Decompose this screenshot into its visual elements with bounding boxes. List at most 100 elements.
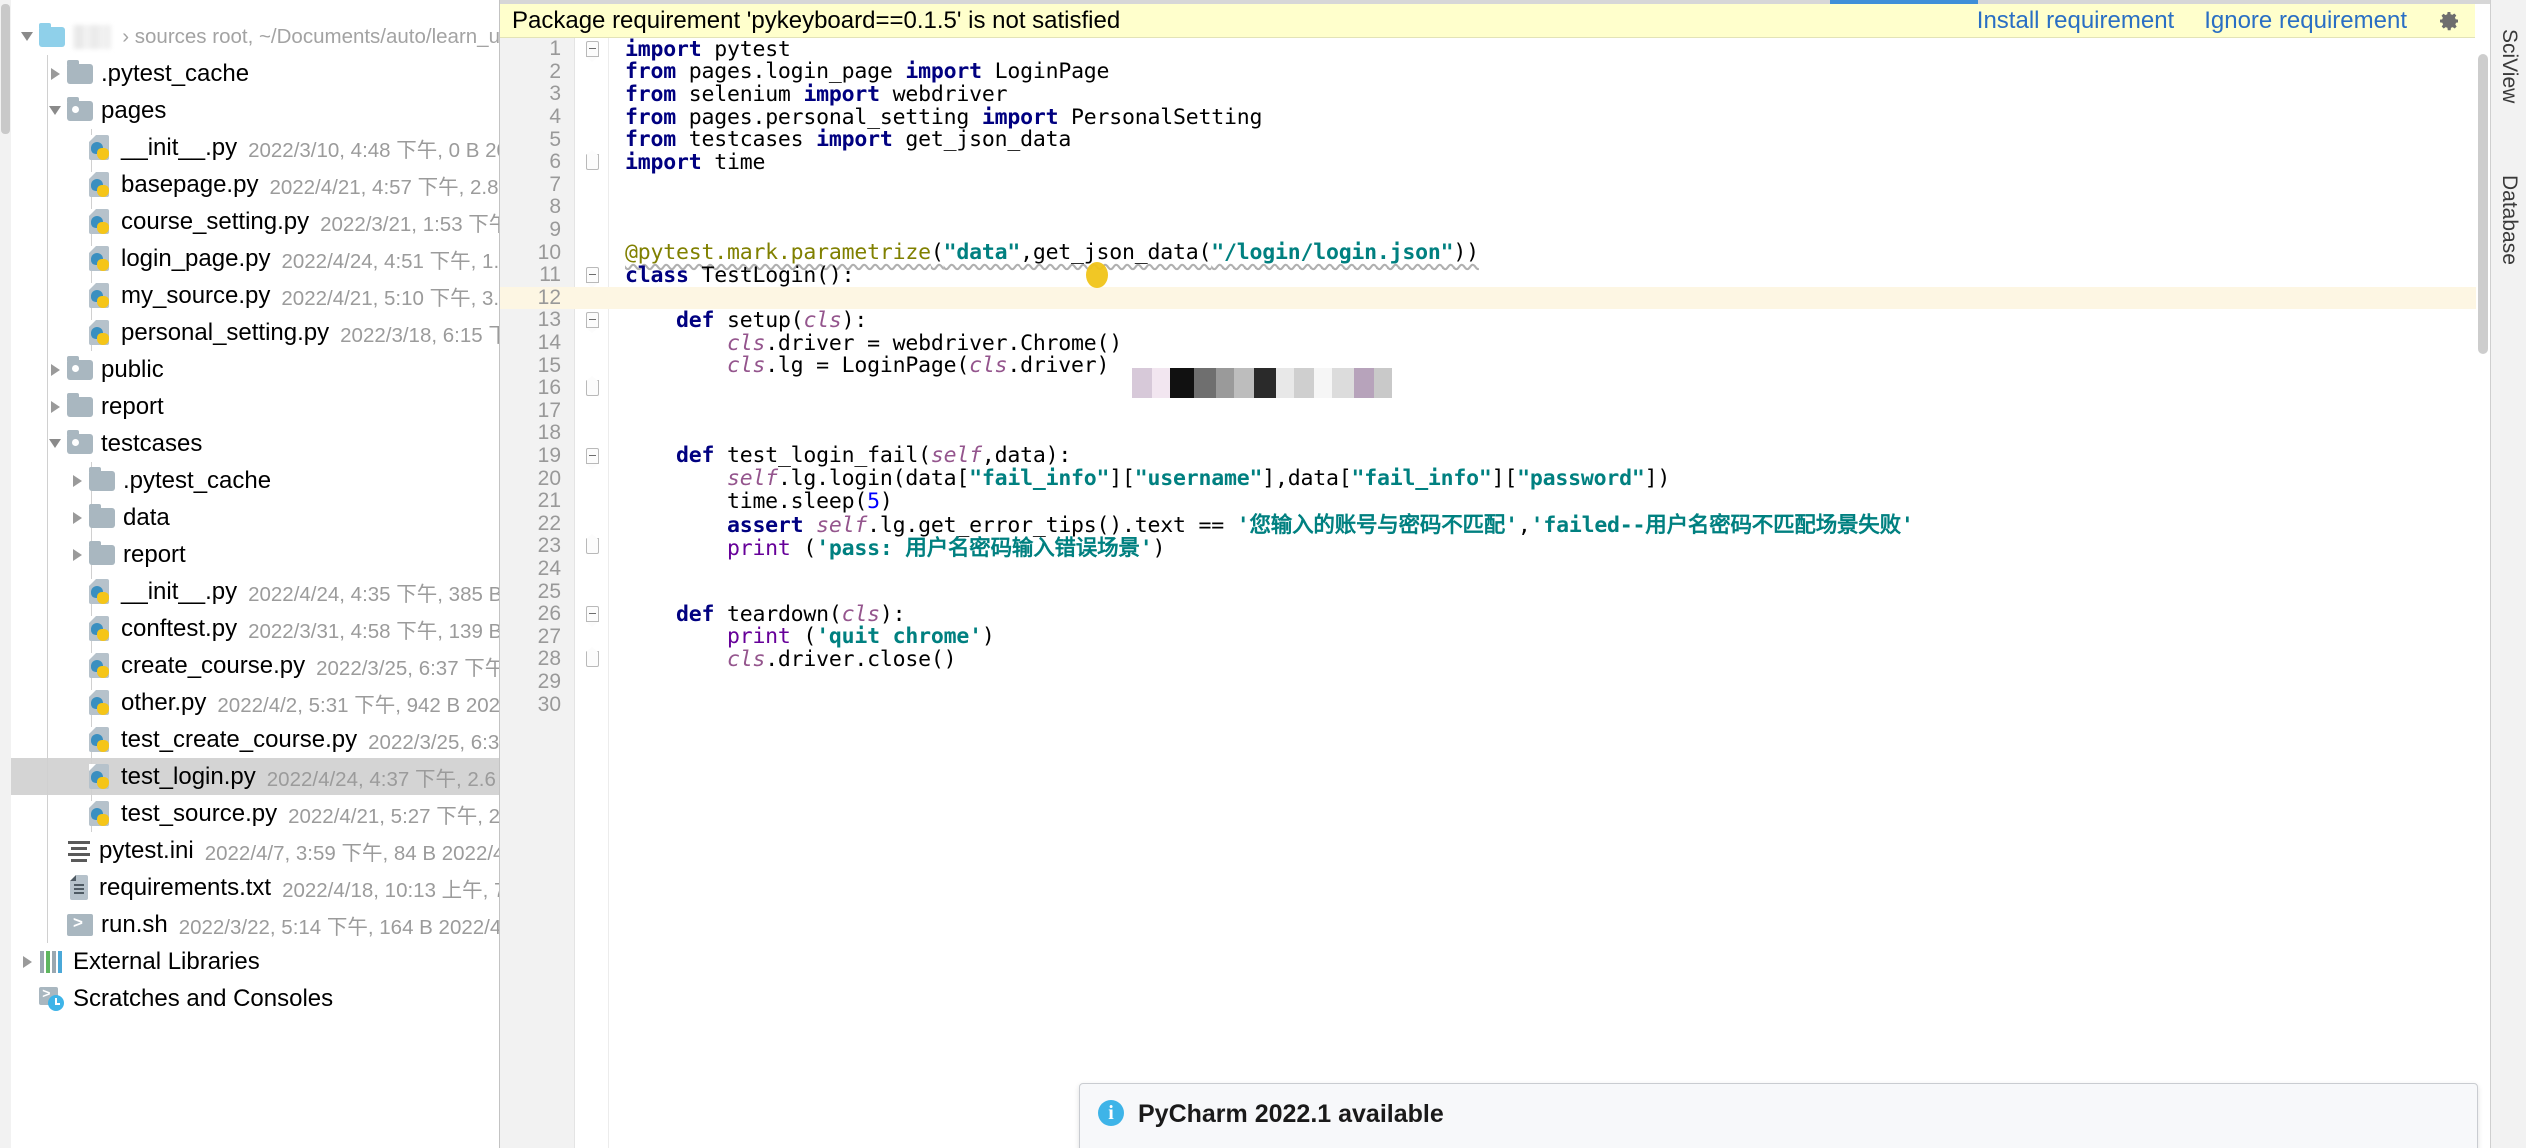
- tool-button-database[interactable]: Database: [2491, 150, 2526, 290]
- tree-node-tc-pytest-cache[interactable]: .pytest_cache: [11, 462, 499, 499]
- tree-node-tc-data[interactable]: data: [11, 499, 499, 536]
- tree-node-meta: 2022/3/22, 5:14 下午, 164 B 2022/4/21, 3:2…: [178, 915, 499, 939]
- project-scrollbar-thumb[interactable]: [1, 4, 10, 134]
- code-line[interactable]: 18: [500, 421, 2526, 445]
- code-line[interactable]: 9: [500, 218, 2526, 242]
- fold-handle[interactable]: [575, 376, 609, 397]
- code-line[interactable]: 27 print ('quit chrome'): [500, 624, 2526, 649]
- code-line[interactable]: 29: [500, 670, 2526, 694]
- code-line[interactable]: 17: [500, 399, 2526, 423]
- tree-node-basepage[interactable]: basepage.py 2022/4/21, 4:57 下午, 2.83 kB …: [11, 166, 499, 203]
- tree-node-my-source[interactable]: my_source.py 2022/4/21, 5:10 下午, 3.05 kB…: [11, 277, 499, 314]
- install-requirement-link[interactable]: Install requirement: [1977, 7, 2174, 35]
- code-line[interactable]: 5 from testcases import get_json_data: [500, 127, 2526, 152]
- code-line[interactable]: 3 from selenium import webdriver: [500, 82, 2526, 107]
- code-line[interactable]: 16: [500, 376, 2526, 400]
- tree-node-conftest[interactable]: conftest.py 2022/3/31, 4:58 下午, 139 B 20…: [11, 610, 499, 647]
- fold-handle[interactable]: [575, 647, 609, 668]
- code-line[interactable]: 10 @pytest.mark.parametrize("data",get_j…: [500, 240, 2526, 265]
- tree-node-external-libraries[interactable]: External Libraries: [11, 943, 499, 980]
- code-line[interactable]: 11 class TestLogin():: [500, 263, 2526, 289]
- tree-node-tc-report[interactable]: report: [11, 536, 499, 573]
- root-breadcrumb: › sources root, ~/Documents/auto/learn_u: [122, 24, 500, 48]
- tree-node-pytest-ini[interactable]: pytest.ini 2022/4/7, 3:59 下午, 84 B 2022/…: [11, 832, 499, 869]
- fold-handle[interactable]: [575, 41, 609, 63]
- fold-handle[interactable]: [575, 267, 609, 289]
- tree-node-login-page[interactable]: login_page.py 2022/4/24, 4:51 下午, 1.11 k…: [11, 240, 499, 277]
- code-line[interactable]: 28 cls.driver.close(): [500, 647, 2526, 672]
- tree-node-test-login[interactable]: test_login.py 2022/4/24, 4:37 下午, 2.6 kB…: [11, 758, 499, 795]
- fold-handle[interactable]: [575, 534, 609, 555]
- project-scrollbar-track[interactable]: [0, 0, 11, 1148]
- tree-node-other[interactable]: other.py 2022/4/2, 5:31 下午, 942 B 2022/4…: [11, 684, 499, 721]
- code-line[interactable]: 23 print ('pass: 用户名密码输入错误场景'): [500, 534, 2526, 561]
- code-line[interactable]: 2 from pages.login_page import LoginPage: [500, 59, 2526, 85]
- tree-node-label: personal_setting.py: [121, 318, 330, 346]
- pycharm-window: › sources root, ~/Documents/auto/learn_u…: [0, 0, 2526, 1148]
- code-line[interactable]: 20 self.lg.login(data["fail_info"]["user…: [500, 466, 2526, 491]
- tree-node-testcases[interactable]: testcases: [11, 425, 499, 462]
- code-line[interactable]: 15 cls.lg = LoginPage(cls.driver): [500, 353, 2526, 378]
- tree-node-label: basepage.py: [121, 170, 259, 198]
- tool-button-sciview[interactable]: SciView: [2491, 6, 2526, 126]
- tree-node-pytest-cache[interactable]: .pytest_cache: [11, 55, 499, 92]
- code-line[interactable]: 13 def setup(cls):: [500, 308, 2526, 334]
- tree-node-create-course[interactable]: create_course.py 2022/3/25, 6:37 下午, 1.0…: [11, 647, 499, 684]
- python-file-icon: [87, 652, 113, 680]
- code-line[interactable]: 30: [500, 693, 2526, 716]
- update-notification-balloon[interactable]: i PyCharm 2022.1 available: [1079, 1083, 2478, 1148]
- code-text: import time: [625, 149, 766, 175]
- tree-node-personal-setting[interactable]: personal_setting.py 2022/3/18, 6:15 下午, …: [11, 314, 499, 351]
- tree-node-tc-init[interactable]: __init__.py 2022/4/24, 4:35 下午, 385 B 18…: [11, 573, 499, 610]
- line-number: 21: [537, 489, 561, 513]
- code-line[interactable]: 26 def teardown(cls):: [500, 602, 2526, 628]
- code-line[interactable]: 24: [500, 557, 2526, 581]
- code-line[interactable]: 19 def test_login_fail(self,data):: [500, 443, 2526, 469]
- expand-toggle-tc-data[interactable]: [65, 511, 89, 524]
- tree-node-requirements[interactable]: requirements.txt 2022/4/18, 10:13 上午, 74…: [11, 869, 499, 906]
- tree-node-label: test_source.py: [121, 799, 278, 827]
- chevron-right-icon: [22, 955, 32, 968]
- expand-toggle-tc-pytest-cache[interactable]: [65, 474, 89, 487]
- ignore-requirement-link[interactable]: Ignore requirement: [2204, 7, 2407, 35]
- tree-node-test-source[interactable]: test_source.py 2022/4/21, 5:27 下午, 2.81 …: [11, 795, 499, 832]
- folder-icon: [67, 59, 93, 84]
- code-content[interactable]: 1 import pytest 2 from pages.login_page …: [500, 37, 2526, 1148]
- expand-toggle-root[interactable]: [15, 32, 39, 41]
- tree-node-pages[interactable]: pages: [11, 92, 499, 129]
- folder-icon: [89, 540, 115, 565]
- banner-actions: Install requirement Ignore requirement: [1977, 7, 2475, 35]
- gear-icon[interactable]: [2437, 9, 2461, 33]
- code-line[interactable]: 4 from pages.personal_setting import Per…: [500, 105, 2526, 130]
- tree-node-public[interactable]: public: [11, 351, 499, 388]
- tree-node-test-create-course[interactable]: test_create_course.py 2022/3/25, 6:37 下午…: [11, 721, 499, 758]
- tree-node-pages-init[interactable]: __init__.py 2022/3/10, 4:48 下午, 0 B 2022…: [11, 129, 499, 166]
- fold-handle[interactable]: [575, 606, 609, 628]
- fold-handle[interactable]: [575, 150, 609, 171]
- code-line-caret[interactable]: 12: [500, 286, 2526, 310]
- tree-node-meta: 2022/3/25, 6:37 下午, 1.05 kB 2022/4/2: [316, 656, 499, 680]
- tree-node-run-sh[interactable]: run.sh 2022/3/22, 5:14 下午, 164 B 2022/4/…: [11, 906, 499, 943]
- right-tool-window-bar: SciView Database: [2490, 0, 2526, 1148]
- tree-node-course-setting[interactable]: course_setting.py 2022/3/21, 1:53 下午, 1.…: [11, 203, 499, 240]
- python-file-icon: [87, 245, 113, 273]
- tree-node-scratches[interactable]: Scratches and Consoles: [11, 980, 499, 1017]
- fold-handle[interactable]: [575, 312, 609, 334]
- tree-node-meta: 2022/4/24, 4:35 下午, 385 B 18 minutes ago: [248, 582, 499, 606]
- code-line[interactable]: 1 import pytest: [500, 37, 2526, 63]
- tree-node-root[interactable]: › sources root, ~/Documents/auto/learn_u: [11, 18, 500, 55]
- tree-node-label: requirements.txt: [99, 873, 272, 901]
- code-line[interactable]: 7: [500, 173, 2526, 197]
- expand-toggle-tc-report[interactable]: [65, 548, 89, 561]
- code-text: from pages.login_page import LoginPage: [625, 59, 1110, 85]
- code-line[interactable]: 6 import time: [500, 149, 2526, 175]
- tree-node-report[interactable]: report: [11, 388, 499, 425]
- fold-handle[interactable]: [575, 447, 609, 469]
- code-line[interactable]: 25: [500, 580, 2526, 603]
- expand-toggle-external-libraries[interactable]: [15, 955, 39, 968]
- code-line[interactable]: 14 cls.driver = webdriver.Chrome(): [500, 331, 2526, 356]
- text-file-icon: [67, 874, 91, 902]
- editor-scrollbar[interactable]: [2476, 40, 2490, 1148]
- editor-scrollbar-thumb[interactable]: [2478, 54, 2488, 354]
- code-line[interactable]: 8: [500, 195, 2526, 219]
